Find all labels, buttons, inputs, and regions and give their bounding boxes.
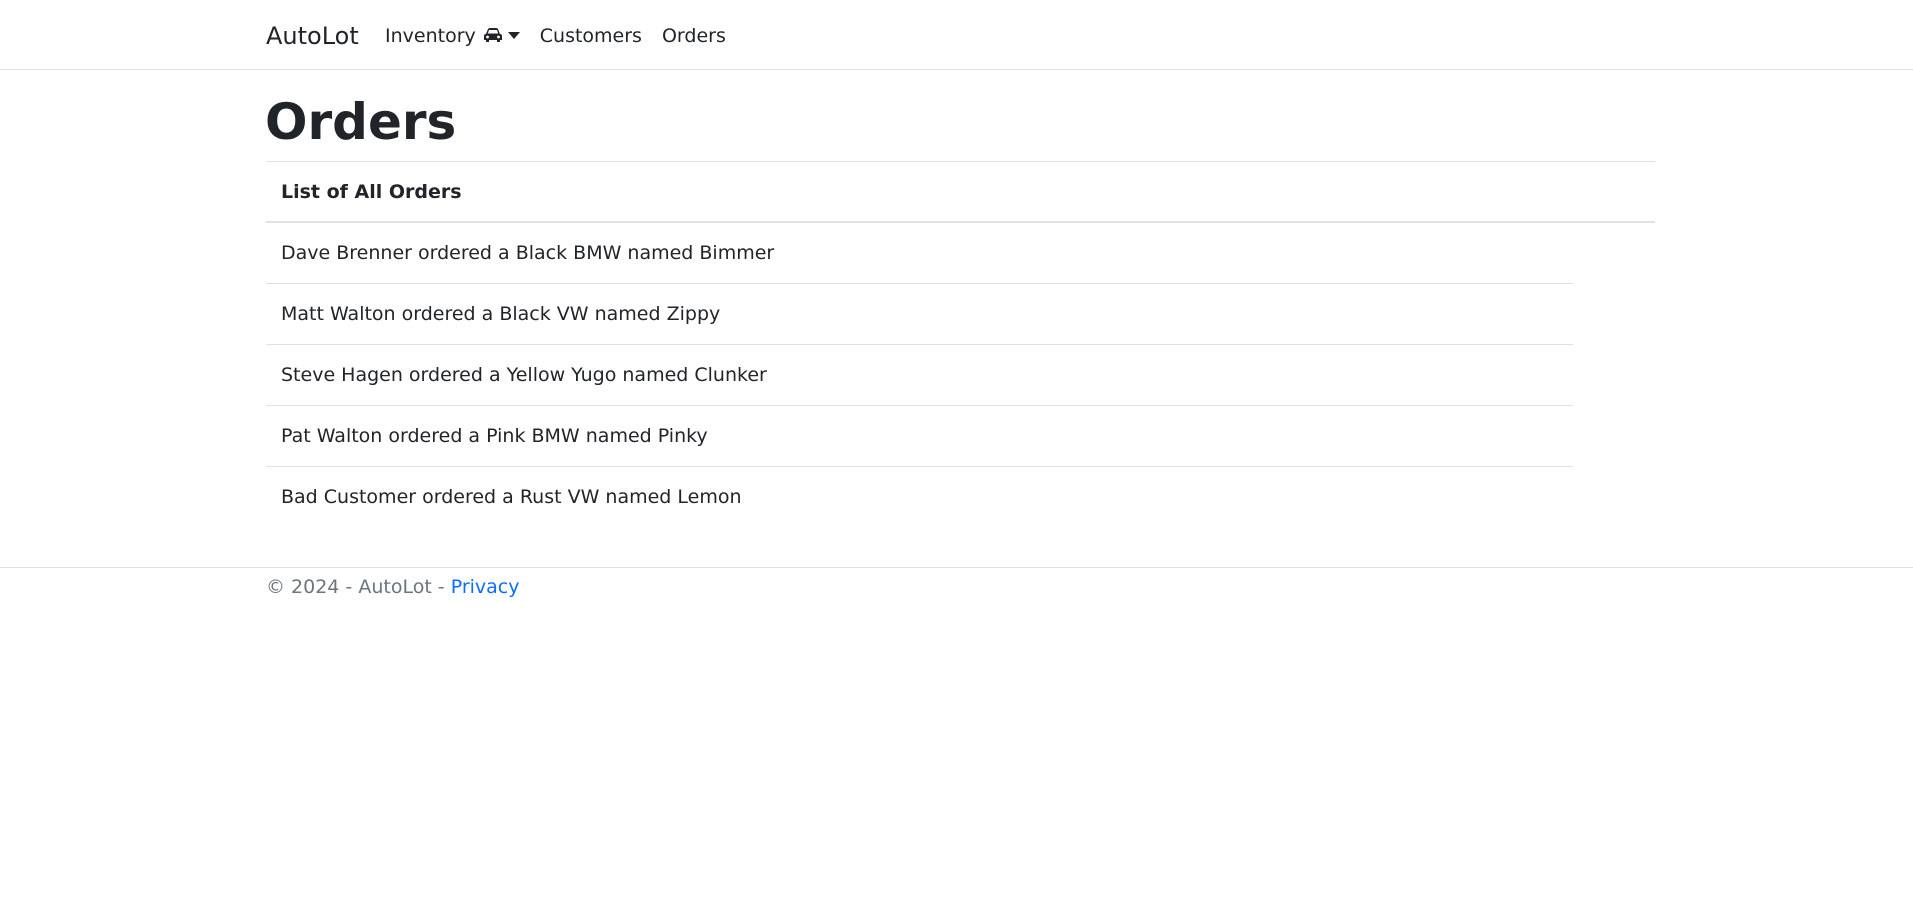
footer-text: © 2024 - AutoLot - Privacy [266,572,520,602]
nav-inventory-label: Inventory [385,25,476,47]
nav-orders[interactable]: Orders [662,24,726,48]
navbar: AutoLot Inventory Customers Orders [0,0,1913,70]
nav-items: Inventory Customers Orders [385,24,726,48]
nav-customers[interactable]: Customers [540,24,642,48]
footer: © 2024 - AutoLot - Privacy [0,567,1913,607]
table-row: Pat Walton ordered a Pink BMW named Pink… [266,406,1573,467]
table-row: Bad Customer ordered a Rust VW named Lem… [281,486,742,508]
table-header: List of All Orders [266,161,1655,223]
privacy-link[interactable]: Privacy [451,576,520,598]
chevron-down-icon [507,31,520,39]
page-title: Orders [265,93,457,151]
nav-inventory-dropdown[interactable]: Inventory [385,24,520,48]
orders-table: List of All Orders Dave Brenner ordered … [266,161,1655,528]
footer-copyright: © 2024 - AutoLot - [266,576,451,598]
table-row: Matt Walton ordered a Black VW named Zip… [266,284,1573,345]
brand-link[interactable]: AutoLot [266,21,359,51]
table-row: Dave Brenner ordered a Black BMW named B… [266,223,1573,284]
table-row: Steve Hagen ordered a Yellow Yugo named … [266,345,1573,406]
car-icon [483,28,502,42]
